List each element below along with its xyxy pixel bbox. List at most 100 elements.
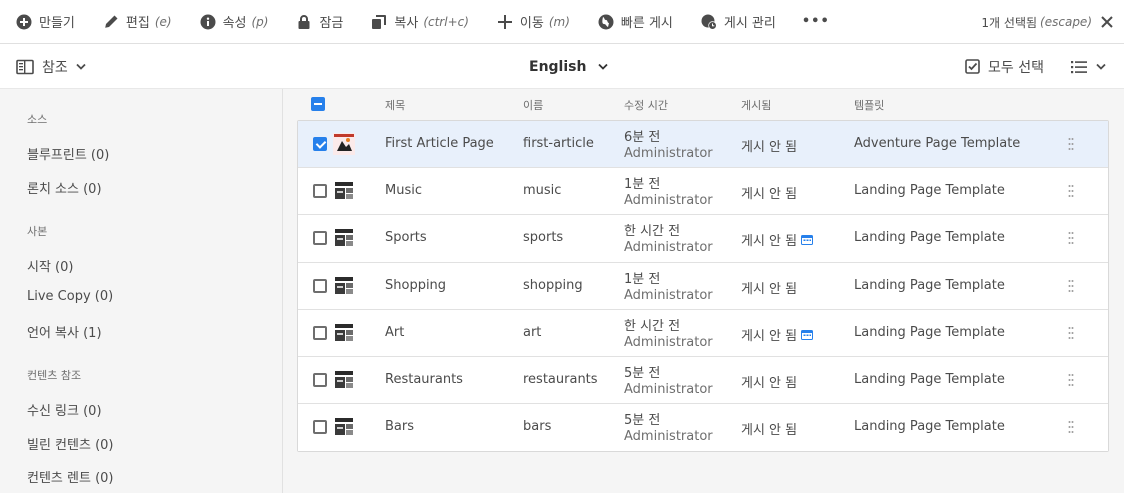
chevron-down-icon	[598, 63, 609, 70]
published-status-text: 게시 안 됨	[741, 234, 798, 250]
table-row[interactable]: Sports sports 한 시간 전 Administrator 게시 안 …	[298, 215, 1108, 263]
drag-handle-icon[interactable]	[1068, 137, 1074, 151]
rail-item-borrowed-content[interactable]: 빌린 컨텐츠 (0)	[27, 434, 113, 453]
row-checkbox[interactable]	[313, 231, 327, 246]
manage-publication-button[interactable]: 게시 관리	[685, 0, 788, 44]
column-header-published[interactable]: 게시됨	[741, 97, 771, 113]
quick-publish-button[interactable]: 빠른 게시	[582, 0, 685, 44]
column-header-title[interactable]: 제목	[385, 97, 405, 113]
row-title: Music	[385, 183, 422, 199]
add-circle-icon	[16, 14, 32, 30]
rail-toggle-label: 참조	[42, 59, 68, 76]
edit-button[interactable]: 편집 (e)	[87, 0, 184, 44]
create-button[interactable]: 만들기	[0, 0, 87, 44]
table-row[interactable]: Music music 1분 전 Administrator 게시 안 됨 La…	[298, 168, 1108, 216]
rail-item-blueprint[interactable]: 블루프린트 (0)	[27, 144, 109, 163]
info-icon	[200, 14, 216, 30]
rail-item-launch-source[interactable]: 론치 소스 (0)	[27, 178, 102, 197]
table-row[interactable]: Shopping shopping 1분 전 Administrator 게시 …	[298, 262, 1108, 310]
page-thumbnail	[333, 227, 355, 250]
rail-item-live-copy[interactable]: Live Copy (0)	[27, 289, 113, 304]
row-template: Landing Page Template	[854, 277, 1005, 293]
lock-button[interactable]: 잠금	[280, 0, 355, 44]
page-thumbnail	[333, 133, 355, 155]
row-checkbox[interactable]	[313, 372, 327, 387]
close-icon[interactable]	[1100, 15, 1114, 29]
row-name: art	[523, 324, 542, 340]
selection-escape-hint: (escape)	[1040, 15, 1092, 29]
row-template: Adventure Page Template	[854, 136, 1021, 151]
pencil-icon	[103, 14, 119, 30]
rail-panel-icon	[16, 59, 34, 74]
row-modified-time: 5분 전	[624, 413, 661, 429]
column-header-modified[interactable]: 수정 시간	[624, 97, 668, 113]
move-button[interactable]: 이동 (m)	[481, 0, 582, 44]
row-published-status: 게시 안 됨	[741, 419, 797, 438]
copy-button[interactable]: 복사 (ctrl+c)	[355, 0, 481, 44]
move-label: 이동	[519, 16, 544, 31]
published-status-text: 게시 안 됨	[741, 375, 798, 391]
secondary-bar: 참조 English 모두 선택	[0, 44, 1124, 89]
view-switcher[interactable]	[1071, 44, 1106, 89]
properties-button[interactable]: 속성 (p)	[184, 0, 281, 44]
table-row[interactable]: First Article Page first-article 6분 전 Ad…	[298, 121, 1108, 169]
table-row[interactable]: Art art 한 시간 전 Administrator 게시 안 됨 Land…	[298, 309, 1108, 357]
row-checkbox[interactable]	[313, 278, 327, 293]
globe-icon	[598, 14, 614, 30]
select-all-button[interactable]: 모두 선택	[965, 44, 1044, 89]
table-row[interactable]: Bars bars 5분 전 Administrator 게시 안 됨 Land…	[298, 404, 1108, 452]
published-status-text: 게시 안 됨	[741, 140, 798, 155]
rail-section-heading: 컨텐츠 참조	[27, 369, 82, 382]
drag-handle-icon[interactable]	[1068, 184, 1074, 198]
more-actions-button[interactable]: •••	[788, 0, 844, 44]
language-dropdown[interactable]: English	[529, 44, 609, 89]
move-shortcut: (m)	[548, 14, 570, 29]
row-name: first-article	[523, 136, 594, 151]
rail-item-language-copy[interactable]: 언어 복사 (1)	[27, 322, 102, 341]
column-header-name[interactable]: 이름	[523, 97, 543, 113]
row-title: First Article Page	[385, 136, 494, 151]
thumbnail-image	[333, 368, 355, 391]
list-view-icon	[1071, 60, 1087, 73]
row-title: Art	[385, 324, 405, 340]
row-name: shopping	[523, 277, 583, 293]
row-checkbox[interactable]	[313, 325, 327, 340]
published-status-text: 게시 안 됨	[741, 187, 798, 203]
row-template: Landing Page Template	[854, 371, 1005, 387]
page-thumbnail	[333, 180, 355, 203]
row-checkbox[interactable]	[313, 184, 327, 199]
row-checkbox[interactable]	[313, 420, 327, 435]
drag-handle-icon[interactable]	[1068, 279, 1074, 293]
column-header-template[interactable]: 템플릿	[854, 97, 884, 113]
row-checkbox[interactable]	[313, 137, 327, 151]
published-status-text: 게시 안 됨	[741, 328, 798, 344]
rail-section-heading: 소스	[27, 113, 48, 126]
rail-item-incoming-links[interactable]: 수신 링크 (0)	[27, 400, 102, 419]
table-header: 제목 이름 수정 시간 게시됨 템플릿	[297, 89, 1109, 119]
drag-handle-dots	[1068, 279, 1074, 292]
rail-toggle-button[interactable]: 참조	[16, 44, 86, 89]
lock-label: 잠금	[319, 16, 344, 31]
copy-icon	[371, 14, 387, 30]
drag-handle-dots	[1068, 373, 1074, 386]
drag-handle-icon[interactable]	[1068, 326, 1074, 340]
row-modified-time: 한 시간 전	[624, 224, 681, 240]
row-template: Landing Page Template	[854, 230, 1005, 246]
edit-label: 편집	[125, 16, 150, 31]
drag-handle-icon[interactable]	[1068, 231, 1074, 245]
drag-handle-icon[interactable]	[1068, 420, 1074, 434]
edit-shortcut: (e)	[154, 14, 172, 29]
selection-info: 1개 선택됨 (escape)	[981, 0, 1114, 44]
quick-publish-label: 빠른 게시	[620, 16, 673, 31]
row-modified-by: Administrator	[624, 240, 713, 256]
row-template: Landing Page Template	[854, 419, 1005, 435]
table-row[interactable]: Restaurants restaurants 5분 전 Administrat…	[298, 356, 1108, 405]
rail-section-heading: 사본	[27, 225, 48, 238]
published-status-text: 게시 안 됨	[741, 423, 798, 439]
drag-handle-icon[interactable]	[1068, 373, 1074, 387]
rail-item-lent-content[interactable]: 컨텐츠 렌트 (0)	[27, 467, 113, 486]
row-template: Landing Page Template	[854, 324, 1005, 340]
chevron-down-icon	[1096, 63, 1106, 70]
rail-item-launches[interactable]: 시작 (0)	[27, 256, 73, 275]
select-all-label: 모두 선택	[988, 59, 1044, 76]
